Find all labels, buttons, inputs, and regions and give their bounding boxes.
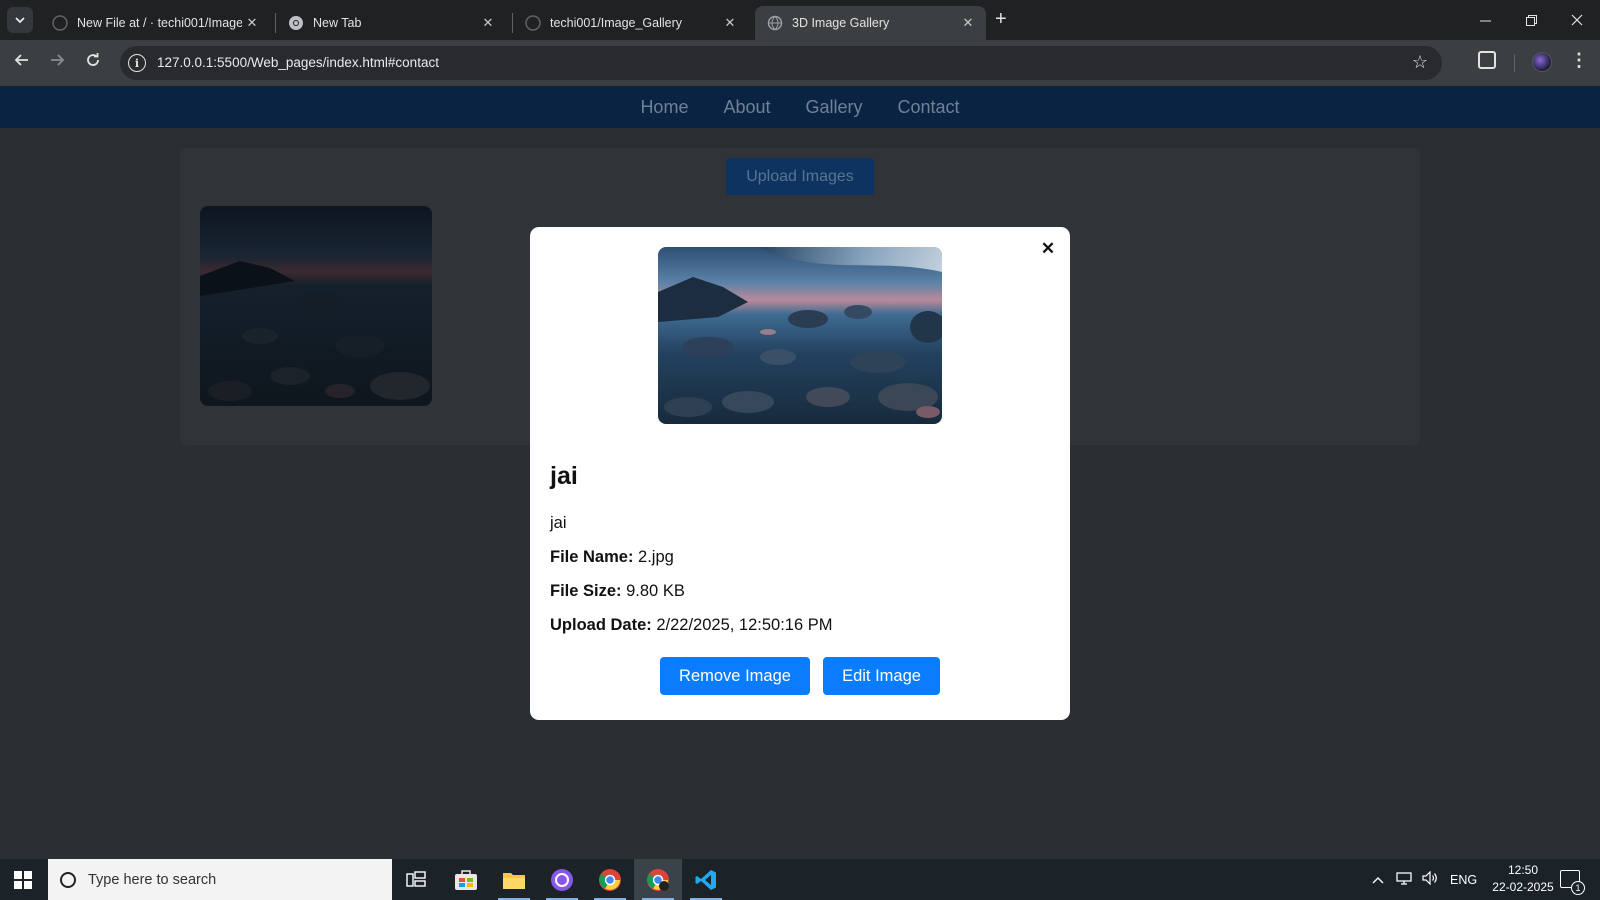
close-icon[interactable]: ✕ (478, 15, 498, 31)
tab-search-button[interactable] (7, 7, 33, 33)
taskbar-app-chrome[interactable] (586, 859, 634, 900)
notification-count-badge: 1 (1571, 881, 1585, 895)
file-explorer-icon (503, 872, 525, 889)
tab-new-tab[interactable]: New Tab ✕ (276, 6, 506, 40)
file-size-value: 9.80 KB (626, 582, 685, 600)
modal-title: jai (550, 462, 578, 490)
taskbar-search-box[interactable]: Type here to search (48, 859, 392, 900)
modal-description: jai (550, 514, 567, 532)
window-close-button[interactable] (1554, 0, 1600, 40)
edit-image-button[interactable]: Edit Image (823, 657, 940, 695)
file-name-value: 2.jpg (638, 548, 674, 566)
tab-3d-image-gallery[interactable]: 3D Image Gallery ✕ (755, 6, 986, 40)
image-details-modal: ✕ jai jai File Name: 2.jpg File Size: 9.… (530, 227, 1070, 720)
clock-time: 12:50 (1507, 863, 1539, 877)
tab-title: New Tab (313, 16, 362, 30)
tab-title: New File at / · techi001/Image_G (77, 16, 242, 30)
arrow-left-icon (14, 54, 28, 66)
close-icon[interactable]: ✕ (720, 15, 740, 31)
chevron-down-icon (15, 17, 25, 24)
more-menu-icon[interactable]: ⋮ (1570, 50, 1588, 71)
upload-date-label: Upload Date: (550, 616, 652, 634)
url-text[interactable]: 127.0.0.1:5500/Web_pages/index.html#cont… (157, 55, 439, 70)
language-indicator[interactable]: ENG (1450, 873, 1477, 887)
upload-date-row: Upload Date: 2/22/2025, 12:50:16 PM (550, 616, 833, 635)
forward-button[interactable] (45, 52, 69, 73)
clock-date: 22-02-2025 (1492, 880, 1554, 894)
reload-button[interactable] (81, 52, 105, 73)
reload-icon (87, 53, 99, 66)
search-icon (60, 871, 76, 888)
microsoft-store-icon (455, 869, 477, 890)
browser-toolbar: i 127.0.0.1:5500/Web_pages/index.html#co… (0, 40, 1600, 86)
taskbar-app-chrome-profile[interactable] (634, 859, 682, 900)
github-desktop-icon (551, 868, 573, 891)
file-name-label: File Name: (550, 548, 634, 566)
taskbar-clock[interactable]: 12:50 22-02-2025 (1488, 862, 1558, 896)
network-icon[interactable] (1396, 871, 1412, 888)
new-tab-button[interactable]: + (995, 8, 1007, 31)
file-name-row: File Name: 2.jpg (550, 548, 674, 567)
minimize-button[interactable] (1462, 0, 1508, 40)
tab-title: 3D Image Gallery (792, 16, 890, 30)
restore-button[interactable] (1508, 0, 1554, 40)
back-button[interactable] (10, 52, 34, 73)
close-icon[interactable]: ✕ (242, 15, 262, 31)
github-icon (52, 15, 68, 31)
web-page: Home About Gallery Contact Upload Images (0, 86, 1600, 859)
windows-start-icon[interactable] (14, 871, 32, 889)
profile-avatar[interactable] (1532, 52, 1552, 72)
close-icon (1571, 14, 1583, 26)
tab-new-file[interactable]: New File at / · techi001/Image_G ✕ (40, 6, 270, 40)
chrome-icon (647, 868, 669, 891)
upload-date-value: 2/22/2025, 12:50:16 PM (656, 616, 833, 634)
minimize-icon (1479, 20, 1491, 21)
file-size-label: File Size: (550, 582, 622, 600)
tab-repo[interactable]: techi001/Image_Gallery ✕ (513, 6, 748, 40)
modal-close-button[interactable]: ✕ (1037, 239, 1059, 259)
bookmark-star-icon[interactable]: ☆ (1412, 52, 1428, 73)
globe-icon (767, 15, 783, 31)
volume-icon[interactable] (1422, 870, 1438, 888)
taskbar-app-vscode[interactable] (682, 859, 730, 900)
taskbar-app-explorer[interactable] (490, 859, 538, 900)
task-view-button[interactable] (392, 859, 440, 900)
tab-title: techi001/Image_Gallery (550, 16, 683, 30)
arrow-right-icon (51, 54, 65, 66)
github-icon (525, 15, 541, 31)
browser-tabstrip: New File at / · techi001/Image_G ✕ New T… (0, 0, 1600, 40)
toolbar-separator (1514, 54, 1515, 72)
chevron-up-icon[interactable] (1372, 873, 1384, 887)
taskbar-app-github[interactable] (538, 859, 586, 900)
modal-image (658, 247, 942, 424)
system-tray: ENG (1372, 859, 1477, 900)
extensions-icon[interactable] (1478, 51, 1496, 69)
site-info-icon[interactable]: i (128, 54, 146, 72)
close-icon[interactable]: ✕ (958, 15, 978, 31)
restore-icon (1525, 14, 1537, 26)
chrome-icon (599, 868, 621, 891)
taskbar-search-placeholder: Type here to search (88, 871, 217, 888)
task-view-icon (406, 870, 426, 887)
vscode-icon (695, 869, 716, 890)
file-size-row: File Size: 9.80 KB (550, 582, 685, 601)
remove-image-button[interactable]: Remove Image (660, 657, 810, 695)
address-bar[interactable]: i 127.0.0.1:5500/Web_pages/index.html#co… (120, 46, 1442, 80)
chrome-icon (288, 15, 304, 31)
taskbar-app-store[interactable] (442, 859, 490, 900)
landscape-image (658, 247, 942, 424)
windows-taskbar: Type here to search ENG 12:50 22-02-2025 (0, 859, 1600, 900)
